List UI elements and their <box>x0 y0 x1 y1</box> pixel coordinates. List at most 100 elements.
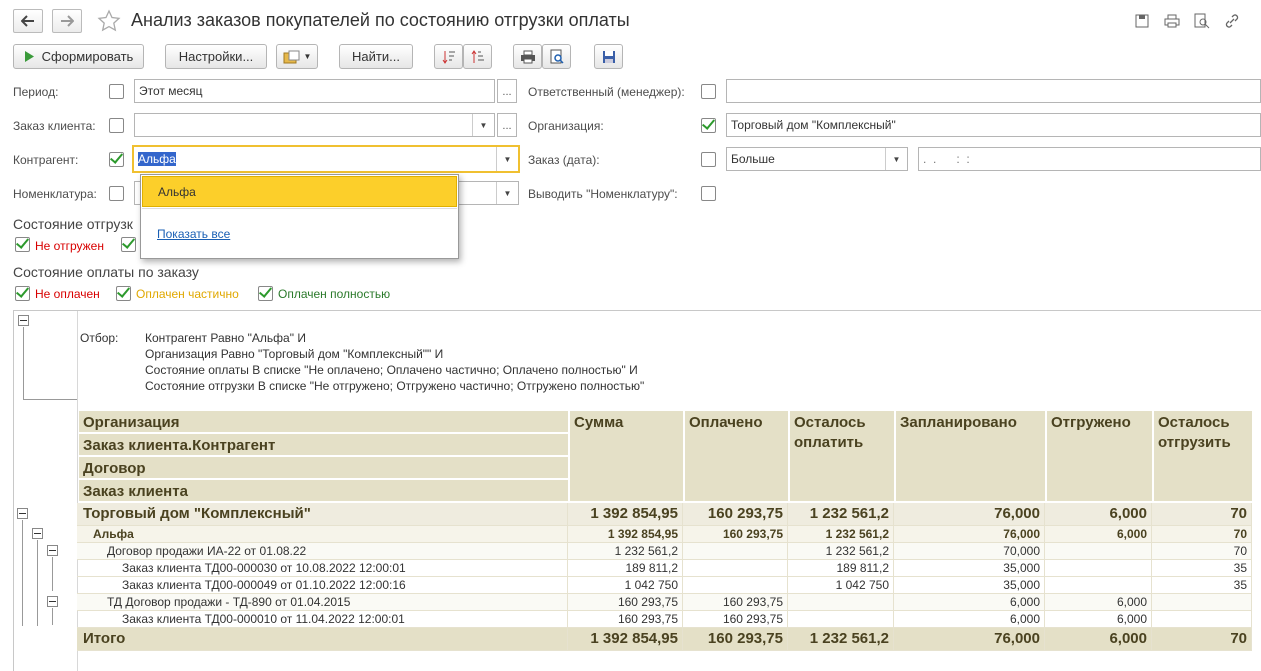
table-row-contract[interactable]: Договор продажи ИА-22 от 01.08.22 1 232 … <box>77 543 1252 560</box>
print-icon[interactable] <box>1163 12 1181 30</box>
order-checkbox[interactable] <box>109 118 124 133</box>
row-sum: 160 293,75 <box>568 594 683 610</box>
arrow-right-icon <box>61 15 74 27</box>
period-checkbox[interactable] <box>109 84 124 99</box>
favorite-star-icon[interactable] <box>97 9 121 33</box>
variants-button[interactable]: ▼ <box>276 44 318 69</box>
collapse-groups-button[interactable] <box>463 44 492 69</box>
save-icon[interactable] <box>1133 12 1151 30</box>
dropdown-item-selected[interactable]: Альфа <box>142 176 457 207</box>
not-paid-checkbox[interactable] <box>15 286 30 301</box>
period-input[interactable]: Этот месяц <box>134 79 495 103</box>
report-variant-icon <box>283 50 300 63</box>
order-input[interactable]: ▼ <box>134 113 495 137</box>
settings-button[interactable]: Настройки... <box>165 44 267 69</box>
show-nomenclature-checkbox[interactable] <box>701 186 716 201</box>
total-to-ship: 70 <box>1152 628 1252 650</box>
counterparty-dropdown-list: Альфа Показать все <box>140 174 459 259</box>
forward-button[interactable] <box>52 9 82 33</box>
total-sum: 1 392 854,95 <box>568 628 683 650</box>
sort-desc-icon <box>442 50 455 64</box>
counterparty-checkbox[interactable] <box>109 152 124 167</box>
order-label: Заказ клиента: <box>13 119 96 133</box>
preview-button[interactable] <box>542 44 571 69</box>
order-date-input[interactable]: . . : : <box>918 147 1261 171</box>
filter-line-4: Состояние отгрузки В списке "Не отгружен… <box>145 379 645 393</box>
nomenclature-checkbox[interactable] <box>109 186 124 201</box>
responsible-input[interactable] <box>726 79 1261 103</box>
row-to-pay <box>788 611 894 627</box>
sort-asc-icon <box>471 49 484 63</box>
organization-input[interactable]: Торговый дом "Комплексный" <box>726 113 1261 137</box>
partially-paid-checkbox[interactable] <box>116 286 131 301</box>
row-planned: 6,000 <box>894 611 1045 627</box>
order-select-button[interactable]: ... <box>497 113 517 137</box>
counterparty-label: Контрагент: <box>13 153 79 167</box>
header-contract: Договор <box>78 456 569 479</box>
organization-label: Организация: <box>528 119 604 133</box>
order-date-label: Заказ (дата): <box>528 153 600 167</box>
order-date-compare-select[interactable]: Больше ▼ <box>726 147 908 171</box>
row-planned: 76,000 <box>894 526 1045 542</box>
dropdown-divider <box>142 208 457 209</box>
collapse-org-toggle[interactable] <box>17 508 28 519</box>
generate-button[interactable]: Сформировать <box>13 44 144 69</box>
not-shipped-checkbox[interactable] <box>15 237 30 252</box>
row-to-pay: 1 232 561,2 <box>788 503 894 525</box>
table-row-counterparty[interactable]: Альфа 1 392 854,95 160 293,75 1 232 561,… <box>77 526 1252 543</box>
row-name: Торговый дом "Комплексный" <box>77 503 568 525</box>
row-name: Заказ клиента ТД00-000030 от 10.08.2022 … <box>77 560 568 576</box>
row-shipped: 6,000 <box>1045 594 1152 610</box>
header-sum: Сумма <box>569 410 684 502</box>
table-row-contract[interactable]: ТД Договор продажи - ТД-890 от 01.04.201… <box>77 594 1252 611</box>
row-to-ship: 70 <box>1152 526 1252 542</box>
link-icon[interactable] <box>1223 12 1241 30</box>
organization-checkbox[interactable] <box>701 118 716 133</box>
fully-paid-checkbox[interactable] <box>258 286 273 301</box>
compare-dropdown-button[interactable]: ▼ <box>885 148 907 170</box>
row-paid <box>683 577 788 593</box>
order-date-checkbox[interactable] <box>701 152 716 167</box>
row-name: ТД Договор продажи - ТД-890 от 01.04.201… <box>77 594 568 610</box>
row-planned: 6,000 <box>894 594 1045 610</box>
table-row-order[interactable]: Заказ клиента ТД00-000010 от 11.04.2022 … <box>77 611 1252 628</box>
collapse-filter-toggle[interactable] <box>18 315 29 326</box>
chevron-down-icon: ▼ <box>892 154 901 164</box>
partially-shipped-checkbox[interactable] <box>121 237 136 252</box>
table-row-total[interactable]: Итого 1 392 854,95 160 293,75 1 232 561,… <box>77 628 1252 651</box>
filter-line-3: Состояние оплаты В списке "Не оплачено; … <box>145 363 638 377</box>
collapse-contract1-toggle[interactable] <box>47 545 58 556</box>
order-dropdown-button[interactable]: ▼ <box>472 114 494 136</box>
nomenclature-dropdown-button[interactable]: ▼ <box>496 182 518 204</box>
counterparty-input[interactable]: Альфа ▼ <box>132 145 520 173</box>
not-shipped-label: Не отгружен <box>35 239 104 253</box>
row-paid: 160 293,75 <box>683 611 788 627</box>
row-paid: 160 293,75 <box>683 503 788 525</box>
row-to-pay: 1 232 561,2 <box>788 526 894 542</box>
collapse-counterparty-toggle[interactable] <box>32 528 43 539</box>
generate-label: Сформировать <box>41 49 134 64</box>
period-label: Период: <box>13 85 59 99</box>
total-shipped: 6,000 <box>1045 628 1152 650</box>
save-button[interactable] <box>594 44 623 69</box>
print-button[interactable] <box>513 44 542 69</box>
table-row-organization[interactable]: Торговый дом "Комплексный" 1 392 854,95 … <box>77 503 1252 526</box>
table-row-order[interactable]: Заказ клиента ТД00-000049 от 01.10.2022 … <box>77 577 1252 594</box>
back-button[interactable] <box>13 9 43 33</box>
row-paid: 160 293,75 <box>683 594 788 610</box>
printer-icon <box>520 50 535 63</box>
responsible-checkbox[interactable] <box>701 84 716 99</box>
row-sum: 1 232 561,2 <box>568 543 683 559</box>
preview-icon[interactable] <box>1193 12 1211 30</box>
collapse-contract2-toggle[interactable] <box>47 596 58 607</box>
find-button[interactable]: Найти... <box>339 44 413 69</box>
show-all-link[interactable]: Показать все <box>157 227 230 241</box>
dots-label: ... <box>502 120 512 132</box>
row-name: Альфа <box>77 526 568 542</box>
table-row-order[interactable]: Заказ клиента ТД00-000030 от 10.08.2022 … <box>77 560 1252 577</box>
expand-groups-button[interactable] <box>434 44 463 69</box>
period-select-button[interactable]: ... <box>497 79 517 103</box>
magnifier-page-icon <box>550 49 564 64</box>
row-name: Заказ клиента ТД00-000049 от 01.10.2022 … <box>77 577 568 593</box>
counterparty-dropdown-button[interactable]: ▼ <box>496 147 518 171</box>
